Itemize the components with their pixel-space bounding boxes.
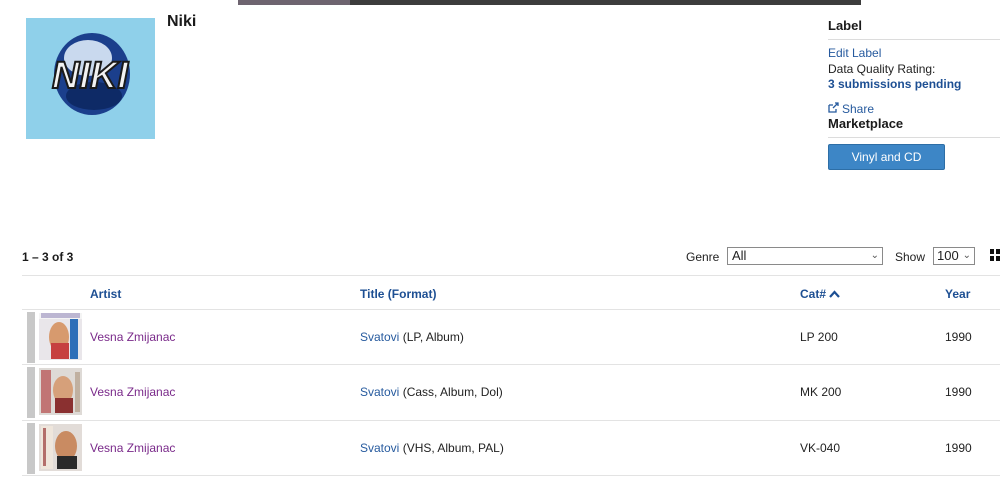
share-icon — [828, 101, 839, 116]
top-banner-image — [238, 0, 861, 5]
genre-select[interactable]: All ⌄ — [727, 247, 883, 265]
label-heading: Label — [828, 18, 862, 33]
logo-text: NIKI — [52, 55, 129, 97]
catalog-number: VK-040 — [800, 441, 841, 455]
grid-view-icon[interactable] — [990, 249, 1000, 262]
format-text: (VHS, Album, PAL) — [402, 441, 504, 455]
format-text: (LP, Album) — [402, 330, 464, 344]
artist-link[interactable]: Vesna Zmijanac — [90, 441, 175, 455]
artist-link[interactable]: Vesna Zmijanac — [90, 385, 175, 399]
row-marker — [27, 423, 35, 474]
divider — [828, 136, 1000, 138]
format-text: (Cass, Album, Dol) — [402, 385, 503, 399]
genre-label: Genre — [686, 250, 720, 264]
share-label[interactable]: Share — [842, 102, 874, 116]
year: 1990 — [945, 441, 972, 455]
table-row: Vesna Zmijanac Svatovi (VHS, Album, PAL)… — [22, 420, 1000, 475]
divider — [22, 275, 1000, 276]
row-marker — [27, 312, 35, 363]
title-cell: Svatovi (Cass, Album, Dol) — [360, 385, 503, 399]
column-header-title[interactable]: Title (Format) — [360, 287, 436, 301]
table-row: Vesna Zmijanac Svatovi (Cass, Album, Dol… — [22, 364, 1000, 419]
column-header-cat-label: Cat# — [800, 287, 827, 301]
column-header-artist[interactable]: Artist — [90, 287, 121, 301]
year: 1990 — [945, 330, 972, 344]
column-header-cat[interactable]: Cat# — [800, 287, 840, 301]
sort-ascending-icon — [829, 289, 840, 301]
chevron-down-icon: ⌄ — [962, 250, 971, 261]
catalog-number: MK 200 — [800, 385, 842, 399]
genre-select-value: All — [732, 248, 747, 263]
table-row: Vesna Zmijanac Svatovi (LP, Album) LP 20… — [22, 309, 1000, 364]
row-marker — [27, 367, 35, 418]
year: 1990 — [945, 385, 972, 399]
show-label: Show — [895, 250, 926, 264]
data-quality-text: Data Quality Rating: — [828, 61, 936, 76]
submissions-pending-link[interactable]: 3 submissions pending — [828, 77, 961, 91]
results-count: 1 – 3 of 3 — [22, 250, 74, 264]
release-thumbnail[interactable] — [39, 424, 82, 471]
column-header-year[interactable]: Year — [945, 287, 970, 301]
release-thumbnail[interactable] — [39, 368, 82, 415]
share-link[interactable]: Share — [828, 102, 1000, 116]
title-link[interactable]: Svatovi — [360, 330, 399, 344]
sidebar: Label Edit Label Data Quality Rating: 3 … — [828, 18, 1000, 170]
marketplace-heading: Marketplace — [828, 115, 904, 131]
show-select[interactable]: 100 ⌄ — [933, 247, 975, 265]
divider — [22, 475, 1000, 476]
title-cell: Svatovi (VHS, Album, PAL) — [360, 441, 504, 455]
edit-label-link[interactable]: Edit Label — [828, 46, 881, 60]
chevron-down-icon: ⌄ — [870, 250, 879, 261]
show-select-value: 100 — [937, 248, 959, 263]
release-thumbnail[interactable] — [39, 313, 82, 360]
title-link[interactable]: Svatovi — [360, 385, 399, 399]
title-link[interactable]: Svatovi — [360, 441, 399, 455]
title-cell: Svatovi (LP, Album) — [360, 330, 464, 344]
label-logo: NIKI — [26, 18, 155, 139]
artist-link[interactable]: Vesna Zmijanac — [90, 330, 175, 344]
divider — [828, 39, 1000, 40]
vinyl-and-cd-button[interactable]: Vinyl and CD — [828, 143, 945, 170]
page-title: Niki — [167, 13, 197, 30]
catalog-number: LP 200 — [800, 330, 838, 344]
